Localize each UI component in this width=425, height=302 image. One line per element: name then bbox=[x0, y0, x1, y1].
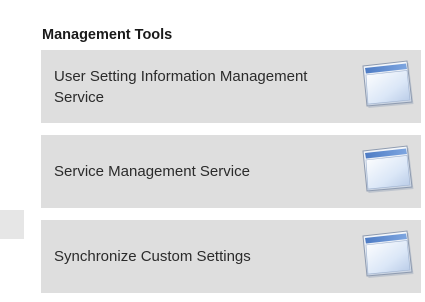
management-tools-list: User Setting Information Management Serv… bbox=[41, 50, 421, 293]
tool-item-user-setting-information-management-service[interactable]: User Setting Information Management Serv… bbox=[41, 50, 421, 123]
window-icon bbox=[362, 145, 414, 193]
section-title: Management Tools bbox=[42, 27, 173, 43]
tool-item-label: User Setting Information Management Serv… bbox=[54, 67, 308, 106]
tool-item-label: Synchronize Custom Settings bbox=[54, 248, 251, 265]
left-panel-edge bbox=[0, 210, 24, 239]
window-icon bbox=[362, 60, 414, 108]
tool-item-service-management-service[interactable]: Service Management Service bbox=[41, 135, 421, 208]
tool-item-label: Service Management Service bbox=[54, 163, 250, 180]
tool-item-synchronize-custom-settings[interactable]: Synchronize Custom Settings bbox=[41, 220, 421, 293]
window-icon bbox=[362, 230, 414, 278]
